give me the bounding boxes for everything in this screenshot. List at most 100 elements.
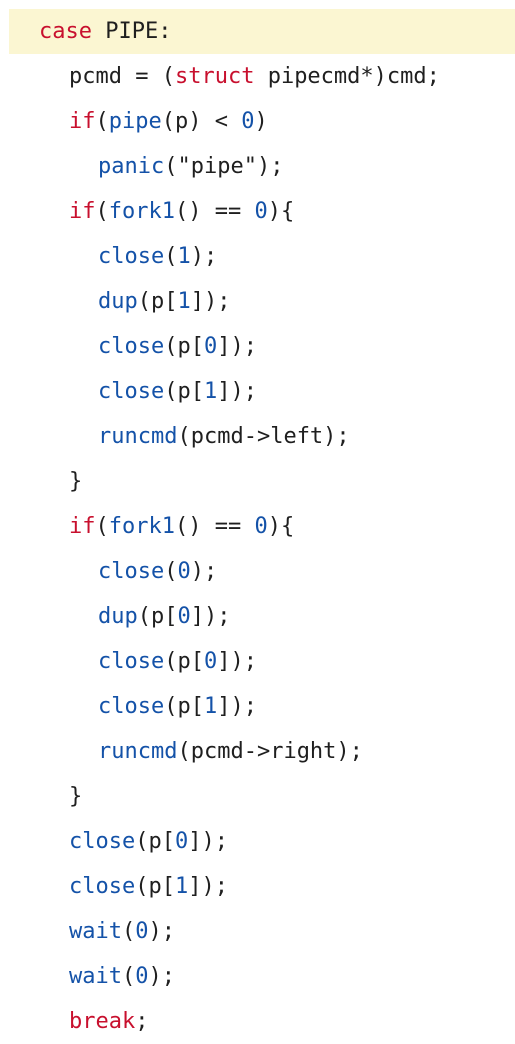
- code-token-plain: PIPE:: [91, 19, 172, 44]
- code-token-plain: (: [121, 964, 136, 989]
- code-token-plain: pcmd = (: [69, 64, 175, 89]
- code-token-plain: (p[: [137, 289, 178, 314]
- code-token-plain: (: [164, 559, 178, 584]
- code-line: if(fork1() == 0){: [0, 189, 515, 234]
- code-token-kw: case: [39, 19, 92, 44]
- code-line: if(pipe(p) < 0): [0, 99, 515, 144]
- code-token-num: 0: [241, 109, 255, 134]
- code-token-kw: break: [69, 1009, 136, 1034]
- code-token-plain: ]);: [217, 694, 257, 719]
- code-token-plain: (p[: [137, 604, 178, 629]
- code-line: break;: [0, 999, 515, 1044]
- code-line: close(0);: [0, 549, 515, 594]
- code-token-plain: ): [254, 109, 268, 134]
- code-token-plain: (: [164, 244, 178, 269]
- code-token-plain: () ==: [174, 514, 255, 539]
- code-token-plain: (: [95, 199, 109, 224]
- code-token-plain: (p[: [164, 649, 204, 674]
- code-line-highlighted: case PIPE:: [9, 9, 515, 54]
- code-token-fn: close: [98, 559, 165, 584]
- code-token-fn: panic: [98, 154, 165, 179]
- code-token-plain: (: [95, 514, 109, 539]
- code-line: panic("pipe");: [0, 144, 515, 189]
- code-token-fn: pipe: [108, 109, 162, 134]
- code-token-plain: ("pipe");: [164, 154, 284, 179]
- code-token-kw: if: [69, 199, 96, 224]
- code-token-fn: dup: [98, 604, 138, 629]
- code-token-plain: (p) <: [161, 109, 242, 134]
- code-token-plain: (pcmd->right);: [177, 739, 363, 764]
- code-token-num: 0: [254, 514, 268, 539]
- code-token-num: 0: [135, 919, 149, 944]
- code-token-plain: );: [148, 964, 175, 989]
- code-token-plain: }: [69, 469, 83, 494]
- code-token-plain: );: [190, 244, 218, 269]
- code-token-plain: (p[: [164, 694, 204, 719]
- code-token-num: 0: [174, 829, 189, 854]
- code-line: if(fork1() == 0){: [0, 504, 515, 549]
- code-line: }: [0, 459, 515, 504]
- code-line: close(p[0]);: [0, 639, 515, 684]
- code-line: dup(p[0]);: [0, 594, 515, 639]
- code-token-kw: if: [69, 514, 96, 539]
- code-token-plain: pipecmd*)cmd;: [254, 64, 440, 89]
- code-token-plain: (: [95, 109, 109, 134]
- code-token-plain: ;: [135, 1009, 149, 1034]
- code-token-fn: fork1: [108, 514, 175, 539]
- code-token-fn: fork1: [108, 199, 175, 224]
- code-token-plain: ]);: [217, 379, 257, 404]
- code-token-plain: ]);: [188, 829, 228, 854]
- code-line: pcmd = (struct pipecmd*)cmd;: [0, 54, 515, 99]
- code-token-num: 0: [135, 964, 149, 989]
- code-line: close(1);: [0, 234, 515, 279]
- code-token-fn: close: [98, 379, 165, 404]
- code-token-fn: close: [98, 649, 165, 674]
- code-token-fn: close: [98, 334, 165, 359]
- code-token-fn: close: [69, 874, 136, 899]
- code-token-num: 0: [203, 334, 218, 359]
- code-line: close(p[0]);: [0, 324, 515, 369]
- code-token-fn: close: [98, 694, 165, 719]
- code-line: close(p[1]);: [0, 864, 515, 909]
- code-token-plain: (pcmd->left);: [177, 424, 350, 449]
- code-token-num: 1: [203, 694, 218, 719]
- code-token-plain: (p[: [135, 874, 175, 899]
- code-line: close(p[1]);: [0, 369, 515, 414]
- code-token-plain: (p[: [135, 829, 175, 854]
- code-token-fn: dup: [98, 289, 138, 314]
- code-line: dup(p[1]);: [0, 279, 515, 324]
- code-token-kw: if: [69, 109, 96, 134]
- code-token-num: 0: [177, 604, 191, 629]
- code-token-plain: );: [190, 559, 218, 584]
- code-token-num: 1: [177, 244, 191, 269]
- code-token-num: 1: [177, 289, 191, 314]
- code-token-fn: runcmd: [98, 739, 178, 764]
- code-token-fn: close: [69, 829, 136, 854]
- code-token-plain: (: [121, 919, 136, 944]
- code-token-num: 1: [174, 874, 189, 899]
- code-line: wait(0);: [0, 909, 515, 954]
- code-token-plain: ]);: [190, 289, 231, 314]
- code-line: close(p[0]);: [0, 819, 515, 864]
- code-token-num: 0: [177, 559, 191, 584]
- code-line: runcmd(pcmd->right);: [0, 729, 515, 774]
- code-token-plain: );: [148, 919, 175, 944]
- code-token-plain: ){: [267, 199, 295, 224]
- code-token-fn: wait: [69, 919, 122, 944]
- code-token-plain: ]);: [217, 334, 257, 359]
- code-token-plain: ){: [267, 514, 295, 539]
- code-token-plain: ]);: [190, 604, 231, 629]
- code-token-plain: () ==: [174, 199, 255, 224]
- code-token-plain: (p[: [164, 334, 204, 359]
- code-token-fn: close: [98, 244, 165, 269]
- code-token-fn: wait: [69, 964, 122, 989]
- code-token-plain: }: [69, 784, 83, 809]
- code-token-plain: ]);: [188, 874, 228, 899]
- code-token-plain: (p[: [164, 379, 204, 404]
- code-line: runcmd(pcmd->left);: [0, 414, 515, 459]
- code-line: close(p[1]);: [0, 684, 515, 729]
- code-view: case PIPE: pcmd = (struct pipecmd*)cmd; if…: [0, 0, 515, 1039]
- code-token-fn: runcmd: [98, 424, 178, 449]
- code-line: wait(0);: [0, 954, 515, 999]
- code-line: }: [0, 774, 515, 819]
